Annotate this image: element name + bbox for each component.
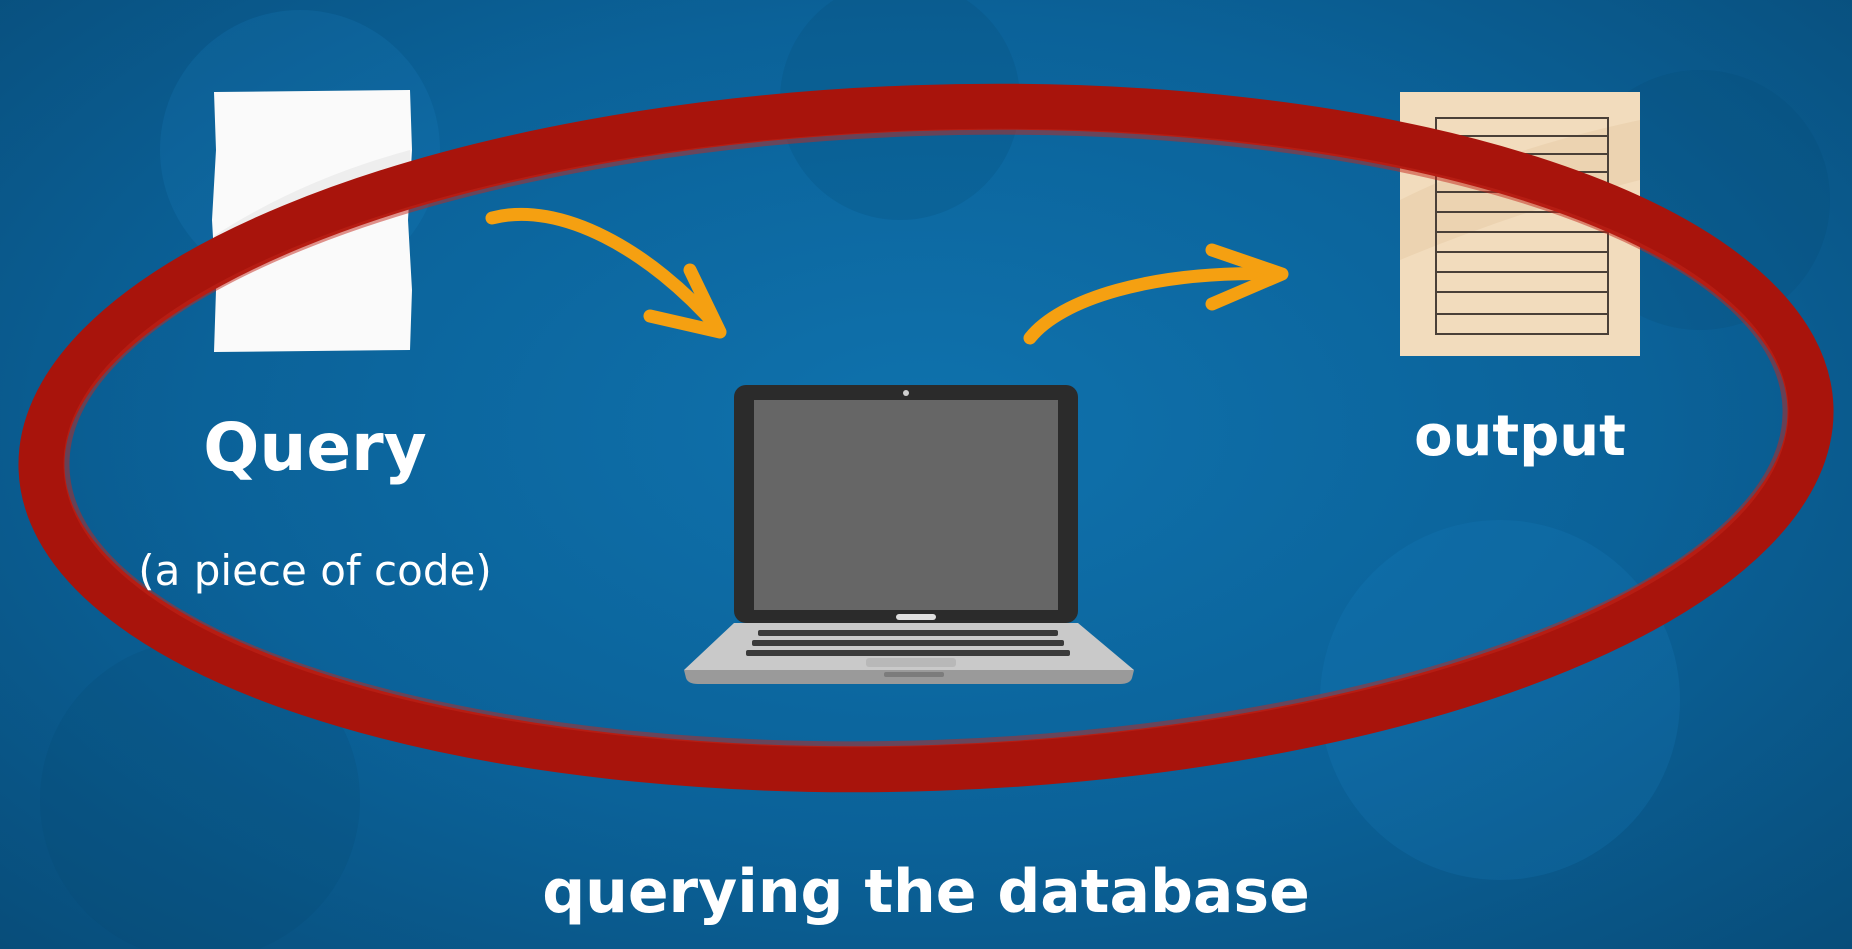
laptop-icon [684,385,1134,684]
output-title: output [1414,404,1626,469]
diagram-canvas: Query (a piece of code) output querying … [0,0,1852,949]
diagram-caption: querying the database [542,857,1310,927]
arrow-icon [1023,243,1289,345]
arrow-icon [485,207,727,339]
query-title: Query [203,409,427,486]
query-subtitle: (a piece of code) [138,546,492,595]
keyboard [746,630,1070,656]
